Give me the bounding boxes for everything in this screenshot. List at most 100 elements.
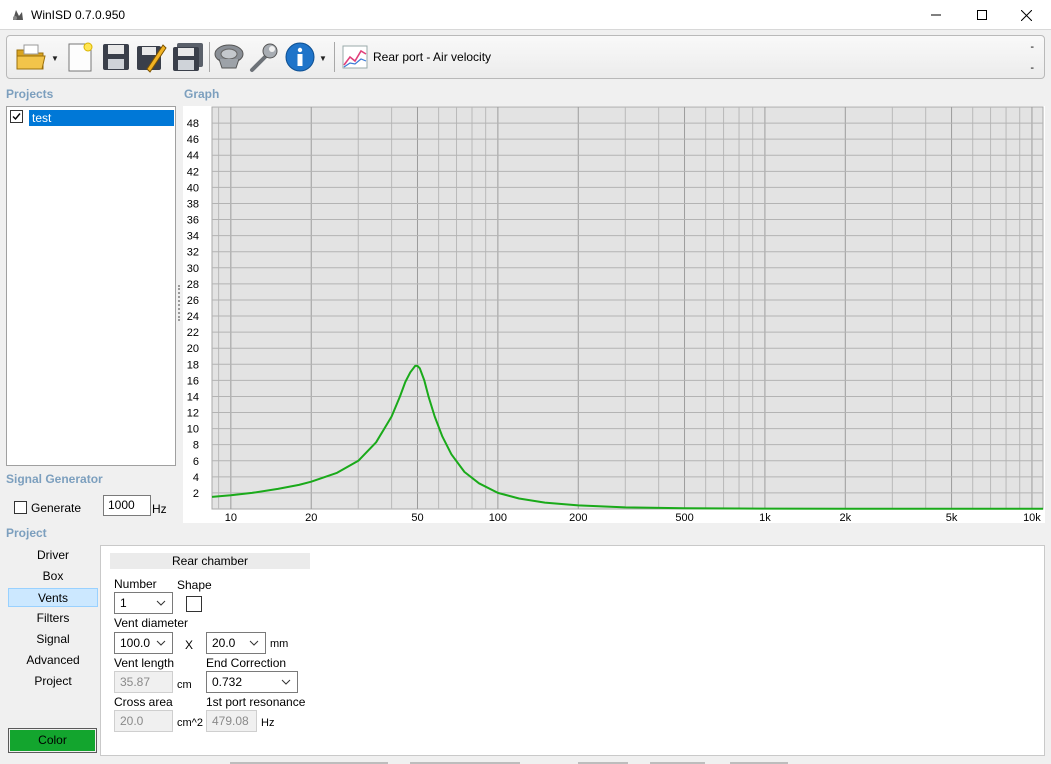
cross-area-field: 20.0 [114,710,173,732]
chevron-down-icon [156,640,166,646]
save-all-icon [173,43,203,71]
driver-editor-button[interactable] [213,40,245,74]
end-correction-select[interactable]: 0.732 [206,671,298,693]
vent-diameter-select[interactable]: 100.0 [114,632,173,654]
settings-button[interactable] [248,40,280,74]
projects-heading: Projects [6,87,54,101]
y-tick-label: 40 [187,182,199,194]
number-value: 1 [120,596,127,610]
info-icon [285,42,315,72]
nav-item-driver[interactable]: Driver [8,546,98,565]
cm-unit: cm [177,679,192,691]
x-tick-label: 20 [305,512,317,523]
project-heading: Project [6,526,47,540]
info-dropdown-arrow-icon[interactable]: ▼ [319,54,327,63]
plot-background [211,106,1044,510]
info-button[interactable] [285,40,315,74]
toolbar-dash-top: - [1030,41,1034,53]
project-name[interactable]: test [29,110,174,126]
x-tick-label: 1k [759,512,771,523]
close-button[interactable] [1003,0,1049,30]
window-title: WinISD 0.7.0.950 [31,8,126,22]
frequency-input[interactable]: 1000 [103,495,151,516]
project-checkbox[interactable] [10,110,23,123]
graph-type-selector-button[interactable] [341,40,369,74]
save-as-button[interactable] [135,40,167,74]
title-bar: WinISD 0.7.0.950 [0,0,1051,30]
save-disk-icon [103,44,129,70]
y-tick-label: 10 [187,424,199,436]
nav-item-vents[interactable]: Vents [8,588,98,607]
generate-label: Generate [31,501,82,515]
hz-unit: Hz [261,717,275,729]
open-dropdown-arrow-icon[interactable]: ▼ [51,54,59,63]
app-icon [13,10,23,20]
graph-heading: Graph [184,87,220,101]
vent-diameter-value: 100.0 [120,636,151,650]
y-tick-label: 32 [187,247,199,259]
folder-icon [16,44,46,70]
y-tick-label: 48 [187,118,199,130]
end-correction-label: End Correction [206,656,287,670]
second-dimension-value: 20.0 [212,636,236,650]
number-select[interactable]: 1 [114,592,173,614]
minimize-button[interactable] [913,0,959,30]
nav-item-signal[interactable]: Signal [8,630,98,649]
graph-selector-label[interactable]: Rear port - Air velocity [373,50,491,64]
x-tick-label: 10 [225,512,237,523]
graph-panel: 2 4 6 8 10 12 14 16 18 20 22 24 26 28 30 32 34 36 38 40 42 44… [183,106,1045,524]
y-tick-label: 6 [193,456,199,468]
open-button[interactable] [15,40,47,74]
end-correction-value: 0.732 [212,675,243,689]
generate-checkbox[interactable] [14,501,27,514]
y-tick-label: 20 [187,343,199,355]
cross-area-label: Cross area [114,695,173,709]
y-tick-label: 26 [187,295,199,307]
toolbar: ▼ ▼ Rear port - Air velocity - - [6,35,1045,79]
color-button[interactable]: Color [8,728,97,753]
shape-selector[interactable] [186,596,202,612]
shape-label: Shape [177,578,212,592]
list-item[interactable]: test [10,110,174,126]
y-tick-label: 42 [187,166,199,178]
nav-item-project[interactable]: Project [8,672,98,691]
splitter-handle[interactable] [178,285,180,321]
nav-item-box[interactable]: Box [8,567,98,586]
wrench-icon [250,43,278,72]
second-dimension-select[interactable]: 20.0 [206,632,266,654]
y-tick-label: 8 [193,440,199,452]
vent-length-field: 35.87 [114,671,173,693]
bottom-edge-artifact [100,757,1045,764]
y-tick-label: 34 [187,231,199,243]
y-tick-label: 2 [193,488,199,500]
maximize-button[interactable] [959,0,1005,30]
port-resonance-label: 1st port resonance [206,695,306,709]
vent-diameter-label: Vent diameter [114,616,189,630]
new-document-icon [68,42,93,72]
minimize-icon [931,14,941,16]
chevron-down-icon [249,640,259,646]
y-tick-label: 14 [187,391,199,403]
mm-unit: mm [270,638,289,650]
y-tick-label: 12 [187,408,199,420]
y-tick-label: 36 [187,215,199,227]
y-tick-label: 44 [187,150,199,162]
new-project-button[interactable] [65,40,95,74]
save-button[interactable] [101,40,131,74]
y-tick-label: 4 [193,472,199,484]
save-all-button[interactable] [171,40,205,74]
x-tick-label: 10k [1023,512,1041,523]
checkmark-icon [12,113,21,121]
x-tick-label: 2k [839,512,851,523]
chart: 2468101214161820222426283032343638404244… [187,106,1044,524]
vents-panel: Rear chamber Number Shape 1 Vent diamete… [100,545,1045,756]
x-tick-label: 200 [569,512,587,523]
chevron-down-icon [281,679,291,685]
rear-chamber-tab[interactable]: Rear chamber [110,553,310,569]
close-icon [1020,9,1032,21]
number-label: Number [114,577,157,591]
toolbar-dash-bottom: - [1030,62,1034,74]
x-tick-label: 50 [411,512,423,523]
nav-item-filters[interactable]: Filters [8,609,98,628]
nav-item-advanced[interactable]: Advanced [8,651,98,670]
